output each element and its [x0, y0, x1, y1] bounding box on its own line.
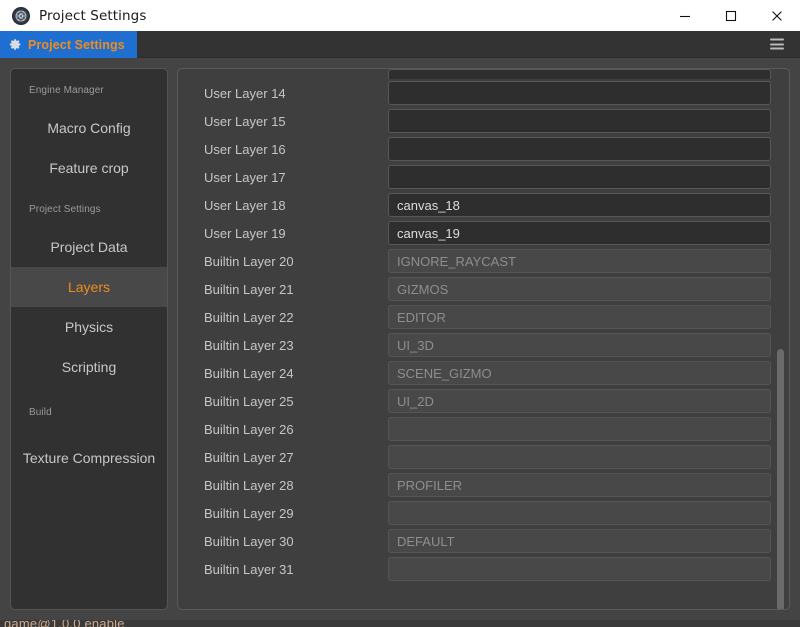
- layer-row-label: Builtin Layer 23: [204, 337, 294, 353]
- layer-name-input-readonly: IGNORE_RAYCAST: [388, 249, 771, 273]
- layer-name-input-readonly: GIZMOS: [388, 277, 771, 301]
- layer-name-input[interactable]: [388, 109, 771, 133]
- layer-name-input[interactable]: [388, 69, 771, 79]
- sidebar-item-project-data[interactable]: Project Data: [11, 227, 167, 267]
- layer-name-input[interactable]: canvas_18: [388, 193, 771, 217]
- panel-vertical-scrollbar[interactable]: [777, 349, 784, 609]
- layer-name-input-readonly: [388, 557, 771, 581]
- window-controls: [662, 0, 800, 31]
- layer-row-label: User Layer 17: [204, 169, 286, 185]
- window-title: Project Settings: [39, 7, 147, 24]
- layer-row-label: Builtin Layer 28: [204, 477, 294, 493]
- layer-row: User Layer 19 canvas_19: [198, 219, 771, 247]
- layer-row-label: Builtin Layer 31: [204, 561, 294, 577]
- sidebar-item-physics[interactable]: Physics: [11, 307, 167, 347]
- layer-row: Builtin Layer 24 SCENE_GIZMO: [198, 359, 771, 387]
- app-gear-icon: [12, 6, 30, 25]
- sidebar-item-layers[interactable]: Layers: [11, 267, 167, 307]
- layer-row-label: Builtin Layer 25: [204, 393, 294, 409]
- layer-name-input[interactable]: [388, 165, 771, 189]
- layer-row-label: User Layer 18: [204, 197, 286, 213]
- layers-list: User Layer 14 User Layer 15 User Layer 16 U…: [178, 69, 789, 609]
- layer-row-label: Builtin Layer 22: [204, 309, 294, 325]
- layer-row: Builtin Layer 22 EDITOR: [198, 303, 771, 331]
- layer-name-input-readonly: [388, 445, 771, 469]
- desktop-root: game@1.0.0 enable Project Settings Proje…: [0, 0, 800, 627]
- layer-name-input-readonly: SCENE_GIZMO: [388, 361, 771, 385]
- sidebar-item-label: Physics: [64, 319, 114, 335]
- layer-row-label: Builtin Layer 21: [204, 281, 294, 297]
- gear-icon: [9, 39, 21, 50]
- layer-row-label: User Layer 14: [204, 85, 286, 101]
- layers-settings-panel: User Layer 14 User Layer 15 User Layer 16 U…: [177, 68, 790, 610]
- sidebar-item-label: Macro Config: [47, 120, 131, 136]
- layer-row: Builtin Layer 25 UI_2D: [198, 387, 771, 415]
- window-body: Engine Manager Macro Config Feature crop Pr…: [0, 58, 800, 620]
- layer-row-label: User Layer 16: [204, 141, 286, 157]
- layer-row-label: Builtin Layer 24: [204, 365, 294, 381]
- layer-row: Builtin Layer 23 UI_3D: [198, 331, 771, 359]
- sidebar-item-scripting[interactable]: Scripting: [11, 347, 167, 387]
- layer-row-label: Builtin Layer 20: [204, 253, 294, 269]
- layer-row: User Layer 18 canvas_18: [198, 191, 771, 219]
- sidebar-item-label: Layers: [67, 279, 111, 295]
- layer-row: Builtin Layer 30 DEFAULT: [198, 527, 771, 555]
- maximize-button[interactable]: [708, 0, 754, 31]
- minimize-button[interactable]: [662, 0, 708, 31]
- layer-name-input-readonly: EDITOR: [388, 305, 771, 329]
- layer-row-label: Builtin Layer 29: [204, 505, 294, 521]
- sidebar-group-title: Build: [29, 407, 52, 418]
- tab-project-settings[interactable]: Project Settings: [0, 31, 137, 58]
- layer-row-label: User Layer 19: [204, 225, 286, 241]
- sidebar-item-label: Feature crop: [49, 160, 129, 176]
- project-settings-window: Project Settings Project Settings Engine…: [0, 0, 800, 620]
- layer-row: [198, 69, 771, 79]
- layer-name-input[interactable]: [388, 81, 771, 105]
- layer-row: User Layer 14: [198, 79, 771, 107]
- tab-strip: Project Settings: [0, 31, 800, 58]
- layer-name-input-readonly: UI_2D: [388, 389, 771, 413]
- tab-label: Project Settings: [28, 37, 125, 52]
- sidebar-navigation: Engine Manager Macro Config Feature crop Pr…: [10, 68, 168, 610]
- layer-name-input-readonly: PROFILER: [388, 473, 771, 497]
- layer-row: Builtin Layer 29: [198, 499, 771, 527]
- layer-row: User Layer 17: [198, 163, 771, 191]
- layer-row-label: Builtin Layer 30: [204, 533, 294, 549]
- window-titlebar[interactable]: Project Settings: [0, 0, 800, 31]
- sidebar-item-texture-compression[interactable]: Texture Compression: [11, 430, 167, 486]
- close-button[interactable]: [754, 0, 800, 31]
- layer-row-label: Builtin Layer 26: [204, 421, 294, 437]
- sidebar-item-label: Texture Compression: [22, 450, 156, 466]
- sidebar-item-macro-config[interactable]: Macro Config: [11, 108, 167, 148]
- sidebar-item-label: Project Data: [50, 239, 128, 255]
- layer-row: User Layer 16: [198, 135, 771, 163]
- sidebar-group-title: Project Settings: [29, 204, 101, 215]
- layer-row: Builtin Layer 21 GIZMOS: [198, 275, 771, 303]
- layer-name-input[interactable]: canvas_19: [388, 221, 771, 245]
- layer-row: Builtin Layer 28 PROFILER: [198, 471, 771, 499]
- layer-name-input-readonly: UI_3D: [388, 333, 771, 357]
- layer-row-label: User Layer 15: [204, 113, 286, 129]
- layer-row: Builtin Layer 20 IGNORE_RAYCAST: [198, 247, 771, 275]
- layer-name-input-readonly: DEFAULT: [388, 529, 771, 553]
- layer-row: Builtin Layer 26: [198, 415, 771, 443]
- layer-name-input[interactable]: [388, 137, 771, 161]
- layer-row: Builtin Layer 27: [198, 443, 771, 471]
- hamburger-menu-icon[interactable]: [770, 38, 784, 50]
- sidebar-item-feature-crop[interactable]: Feature crop: [11, 148, 167, 188]
- layer-name-input-readonly: [388, 501, 771, 525]
- layer-row: User Layer 15: [198, 107, 771, 135]
- sidebar-item-label: Scripting: [61, 359, 117, 375]
- sidebar-group-title: Engine Manager: [29, 85, 104, 96]
- layer-row: Builtin Layer 31: [198, 555, 771, 583]
- layer-row-label: Builtin Layer 27: [204, 449, 294, 465]
- layer-name-input-readonly: [388, 417, 771, 441]
